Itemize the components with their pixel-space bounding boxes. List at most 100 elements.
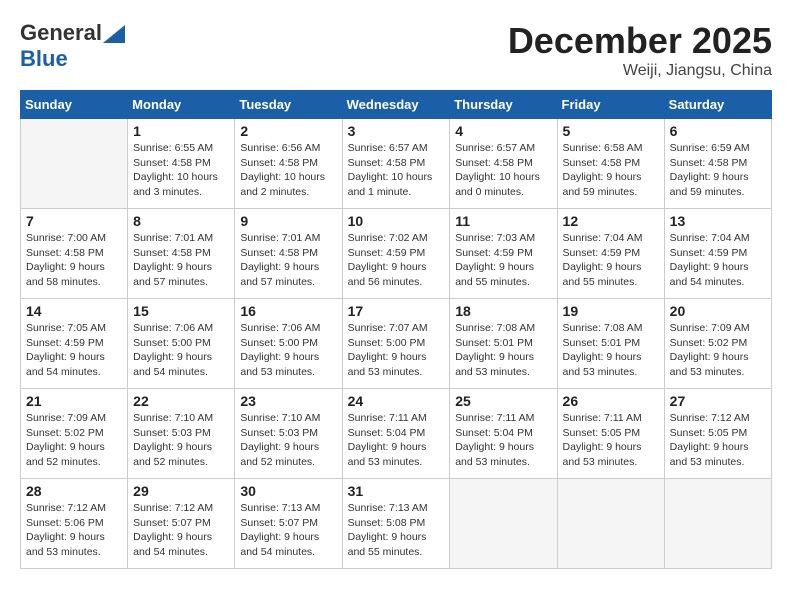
day-number: 3 (348, 123, 445, 139)
day-info: Sunrise: 7:13 AMSunset: 5:07 PMDaylight:… (240, 501, 336, 560)
calendar-cell: 25Sunrise: 7:11 AMSunset: 5:04 PMDayligh… (450, 389, 557, 479)
day-number: 23 (240, 393, 336, 409)
location: Weiji, Jiangsu, China (508, 62, 772, 80)
day-number: 12 (563, 213, 659, 229)
col-sunday: Sunday (21, 91, 128, 119)
day-number: 8 (133, 213, 229, 229)
calendar-cell (557, 479, 664, 569)
day-info: Sunrise: 7:01 AMSunset: 4:58 PMDaylight:… (240, 231, 336, 290)
calendar-cell: 9Sunrise: 7:01 AMSunset: 4:58 PMDaylight… (235, 209, 342, 299)
day-info: Sunrise: 6:59 AMSunset: 4:58 PMDaylight:… (670, 141, 766, 200)
calendar-cell (664, 479, 771, 569)
title-block: December 2025 Weiji, Jiangsu, China (508, 20, 772, 80)
calendar-cell: 13 Sunrise: 7:04 AMSunset: 4:59 PMDayligh… (664, 209, 771, 299)
logo-bird-icon (103, 25, 125, 43)
day-info: Sunrise: 7:03 AMSunset: 4:59 PMDaylight:… (455, 231, 551, 290)
logo-general: General (20, 20, 102, 46)
calendar-cell: 16 Sunrise: 7:06 AMSunset: 5:00 PMDayligh… (235, 299, 342, 389)
calendar-cell (21, 119, 128, 209)
day-info: Sunrise: 7:12 AMSunset: 5:07 PMDaylight:… (133, 501, 229, 560)
calendar-cell: 12 Sunrise: 7:04 AMSunset: 4:59 PMDayligh… (557, 209, 664, 299)
day-info: Sunrise: 7:10 AMSunset: 5:03 PMDaylight:… (240, 411, 336, 470)
calendar-cell: 30 Sunrise: 7:13 AMSunset: 5:07 PMDayligh… (235, 479, 342, 569)
day-number: 18 (455, 303, 551, 319)
calendar-week-row: 28Sunrise: 7:12 AMSunset: 5:06 PMDayligh… (21, 479, 772, 569)
calendar-cell: 31Sunrise: 7:13 AMSunset: 5:08 PMDayligh… (342, 479, 450, 569)
calendar-cell: 6Sunrise: 6:59 AMSunset: 4:58 PMDaylight… (664, 119, 771, 209)
day-info: Sunrise: 7:00 AMSunset: 4:58 PMDaylight:… (26, 231, 122, 290)
calendar-table: Sunday Monday Tuesday Wednesday Thursday… (20, 90, 772, 569)
day-info: Sunrise: 7:13 AMSunset: 5:08 PMDaylight:… (348, 501, 445, 560)
day-number: 21 (26, 393, 122, 409)
logo: General Blue (20, 20, 125, 72)
calendar-cell: 21 Sunrise: 7:09 AMSunset: 5:02 PMDayligh… (21, 389, 128, 479)
calendar-header-row: Sunday Monday Tuesday Wednesday Thursday… (21, 91, 772, 119)
calendar-week-row: 21 Sunrise: 7:09 AMSunset: 5:02 PMDayligh… (21, 389, 772, 479)
calendar-week-row: 14 Sunrise: 7:05 AMSunset: 4:59 PMDayligh… (21, 299, 772, 389)
day-number: 11 (455, 213, 551, 229)
calendar-cell: 15 Sunrise: 7:06 AMSunset: 5:00 PMDayligh… (128, 299, 235, 389)
day-info: Sunrise: 7:12 AMSunset: 5:06 PMDaylight:… (26, 501, 122, 560)
day-info: Sunrise: 7:10 AMSunset: 5:03 PMDaylight:… (133, 411, 229, 470)
calendar-cell: 20 Sunrise: 7:09 AMSunset: 5:02 PMDayligh… (664, 299, 771, 389)
day-number: 20 (670, 303, 766, 319)
day-info: Sunrise: 7:11 AMSunset: 5:05 PMDaylight:… (563, 411, 659, 470)
calendar-cell: 24Sunrise: 7:11 AMSunset: 5:04 PMDayligh… (342, 389, 450, 479)
day-number: 30 (240, 483, 336, 499)
day-info: Sunrise: 7:02 AMSunset: 4:59 PMDaylight:… (348, 231, 445, 290)
day-number: 29 (133, 483, 229, 499)
day-info: Sunrise: 7:08 AMSunset: 5:01 PMDaylight:… (563, 321, 659, 380)
calendar-cell: 17Sunrise: 7:07 AMSunset: 5:00 PMDayligh… (342, 299, 450, 389)
day-info: Sunrise: 7:05 AMSunset: 4:59 PMDaylight:… (26, 321, 122, 380)
calendar-cell (450, 479, 557, 569)
logo-blue: Blue (20, 46, 68, 71)
day-number: 7 (26, 213, 122, 229)
day-info: Sunrise: 7:09 AMSunset: 5:02 PMDaylight:… (26, 411, 122, 470)
day-info: Sunrise: 7:04 AMSunset: 4:59 PMDaylight:… (563, 231, 659, 290)
day-number: 13 (670, 213, 766, 229)
day-info: Sunrise: 7:06 AMSunset: 5:00 PMDaylight:… (133, 321, 229, 380)
day-number: 5 (563, 123, 659, 139)
day-info: Sunrise: 6:57 AMSunset: 4:58 PMDaylight:… (455, 141, 551, 200)
day-info: Sunrise: 6:55 AMSunset: 4:58 PMDaylight:… (133, 141, 229, 200)
calendar-cell: 3 Sunrise: 6:57 AMSunset: 4:58 PMDaylight… (342, 119, 450, 209)
col-monday: Monday (128, 91, 235, 119)
day-number: 19 (563, 303, 659, 319)
col-wednesday: Wednesday (342, 91, 450, 119)
calendar-cell: 10 Sunrise: 7:02 AMSunset: 4:59 PMDayligh… (342, 209, 450, 299)
day-number: 14 (26, 303, 122, 319)
day-info: Sunrise: 7:01 AMSunset: 4:58 PMDaylight:… (133, 231, 229, 290)
calendar-cell: 27 Sunrise: 7:12 AMSunset: 5:05 PMDayligh… (664, 389, 771, 479)
calendar-cell: 5 Sunrise: 6:58 AMSunset: 4:58 PMDaylight… (557, 119, 664, 209)
day-number: 16 (240, 303, 336, 319)
calendar-cell: 4 Sunrise: 6:57 AMSunset: 4:58 PMDaylight… (450, 119, 557, 209)
day-number: 1 (133, 123, 229, 139)
calendar-cell: 8 Sunrise: 7:01 AMSunset: 4:58 PMDaylight… (128, 209, 235, 299)
calendar-cell: 1 Sunrise: 6:55 AMSunset: 4:58 PMDaylight… (128, 119, 235, 209)
calendar-cell: 2 Sunrise: 6:56 AMSunset: 4:58 PMDaylight… (235, 119, 342, 209)
day-info: Sunrise: 7:09 AMSunset: 5:02 PMDaylight:… (670, 321, 766, 380)
calendar-cell: 11 Sunrise: 7:03 AMSunset: 4:59 PMDayligh… (450, 209, 557, 299)
day-number: 22 (133, 393, 229, 409)
calendar-cell: 29 Sunrise: 7:12 AMSunset: 5:07 PMDayligh… (128, 479, 235, 569)
day-info: Sunrise: 7:04 AMSunset: 4:59 PMDaylight:… (670, 231, 766, 290)
day-info: Sunrise: 7:06 AMSunset: 5:00 PMDaylight:… (240, 321, 336, 380)
col-saturday: Saturday (664, 91, 771, 119)
calendar-cell: 19 Sunrise: 7:08 AMSunset: 5:01 PMDayligh… (557, 299, 664, 389)
day-info: Sunrise: 7:12 AMSunset: 5:05 PMDaylight:… (670, 411, 766, 470)
day-info: Sunrise: 6:58 AMSunset: 4:58 PMDaylight:… (563, 141, 659, 200)
day-number: 15 (133, 303, 229, 319)
day-number: 4 (455, 123, 551, 139)
calendar-cell: 14 Sunrise: 7:05 AMSunset: 4:59 PMDayligh… (21, 299, 128, 389)
day-number: 24 (348, 393, 445, 409)
calendar-cell: 7 Sunrise: 7:00 AMSunset: 4:58 PMDaylight… (21, 209, 128, 299)
col-tuesday: Tuesday (235, 91, 342, 119)
day-number: 2 (240, 123, 336, 139)
calendar-week-row: 7 Sunrise: 7:00 AMSunset: 4:58 PMDaylight… (21, 209, 772, 299)
calendar-cell: 22 Sunrise: 7:10 AMSunset: 5:03 PMDayligh… (128, 389, 235, 479)
day-info: Sunrise: 6:56 AMSunset: 4:58 PMDaylight:… (240, 141, 336, 200)
day-info: Sunrise: 6:57 AMSunset: 4:58 PMDaylight:… (348, 141, 445, 200)
calendar-cell: 18Sunrise: 7:08 AMSunset: 5:01 PMDayligh… (450, 299, 557, 389)
day-number: 27 (670, 393, 766, 409)
day-number: 10 (348, 213, 445, 229)
